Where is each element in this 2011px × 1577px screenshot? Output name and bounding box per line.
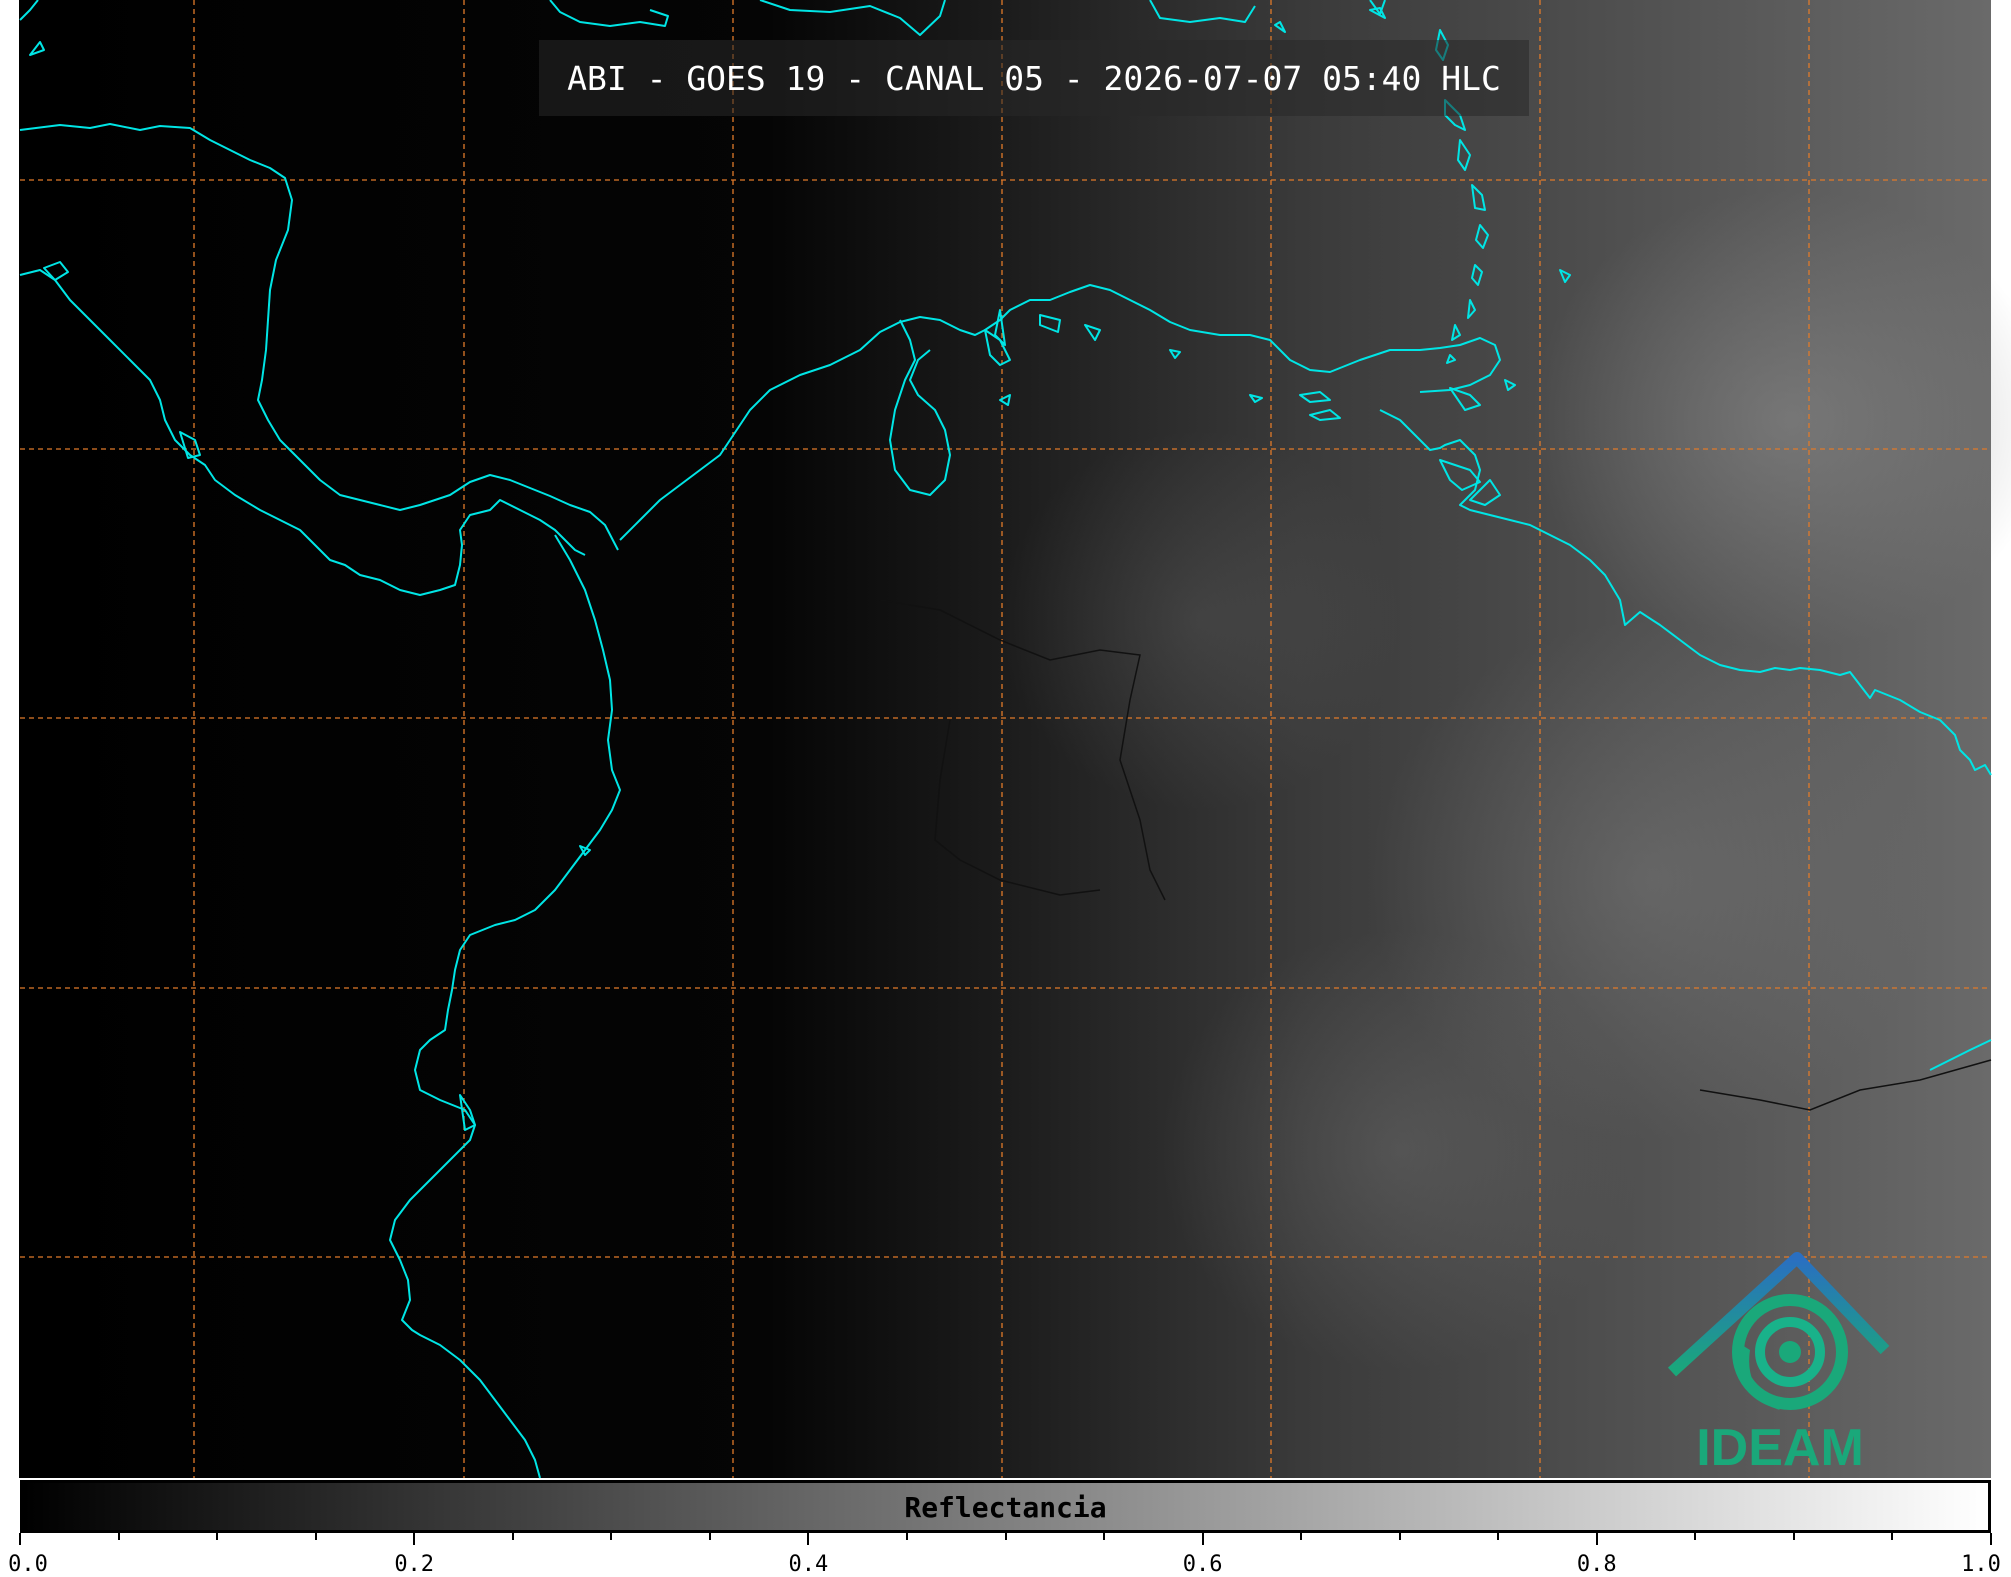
colorbar-minor-tick [708,1533,711,1540]
colorbar-tick-label: 0.4 [788,1552,829,1577]
colorbar: Reflectancia [20,1480,1991,1533]
cloud-brightness-patch [1000,430,1400,810]
colorbar-major-tick [807,1533,810,1545]
colorbar-label: Reflectancia [904,1491,1107,1524]
colorbar-minor-tick [314,1533,317,1540]
colorbar-tick-label: 0.2 [394,1552,435,1577]
colorbar-minor-tick [1694,1533,1697,1540]
colorbar-major-tick [1990,1533,1992,1545]
colorbar-minor-tick [905,1533,908,1540]
colorbar-major-tick [1595,1533,1598,1545]
colorbar-minor-tick [1300,1533,1303,1540]
colorbar-minor-tick [511,1533,514,1540]
colorbar-major-tick [1201,1533,1204,1545]
colorbar-minor-tick [1004,1533,1007,1540]
colorbar-tick-label: 0.8 [1576,1552,1617,1577]
logo-text: IDEAM [1696,1419,1864,1477]
colorbar-minor-tick [1497,1533,1500,1540]
colorbar-tick-label: 0.6 [1182,1552,1223,1577]
colorbar-minor-tick [1891,1533,1894,1540]
image-title: ABI - GOES 19 - CANAL 05 - 2026-07-07 05… [539,40,1529,116]
colorbar-minor-tick [1792,1533,1795,1540]
cloud-brightness-patch [1160,930,1640,1370]
colorbar-minor-tick [610,1533,613,1540]
colorbar-minor-tick [1103,1533,1106,1540]
colorbar-major-tick [19,1533,21,1545]
colorbar-major-tick [413,1533,416,1545]
colorbar-minor-tick [216,1533,219,1540]
colorbar-tick-label: 0.0 [8,1552,48,1577]
colorbar-minor-tick [117,1533,120,1540]
colorbar-tick-label: 1.0 [1961,1552,2001,1577]
satellite-map: IDEAM [19,0,2011,1479]
colorbar-minor-tick [1398,1533,1401,1540]
